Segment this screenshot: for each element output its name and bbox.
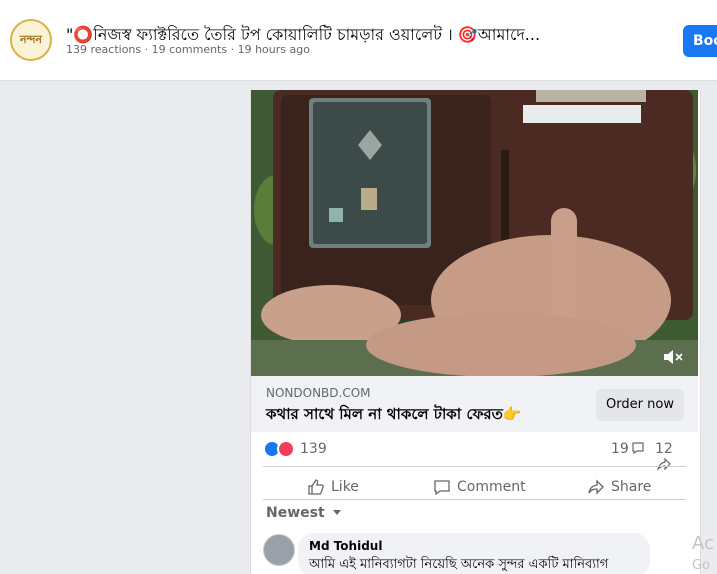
post-meta: 139 reactions · 19 comments · 19 hours a… bbox=[66, 43, 310, 56]
page-avatar[interactable]: নন্দন bbox=[10, 19, 52, 61]
share-label: Share bbox=[611, 479, 652, 495]
comment-count-value: 19 bbox=[611, 441, 629, 457]
boost-button[interactable]: Boost bbox=[683, 25, 717, 57]
wallet-video-frame bbox=[251, 90, 698, 376]
activation-watermark: Ac bbox=[692, 533, 714, 554]
link-domain: NONDONBD.COM bbox=[266, 386, 371, 400]
link-title[interactable]: কথার সাথে মিল না থাকলে টাকা ফেরত👉 bbox=[266, 403, 522, 428]
chevron-down-icon bbox=[332, 510, 341, 515]
comment-label: Comment bbox=[457, 479, 526, 495]
link-preview[interactable]: NONDONBD.COM কথার সাথে মিল না থাকলে টাকা… bbox=[251, 376, 698, 432]
activation-watermark-sub: Go bbox=[692, 558, 711, 573]
mute-icon[interactable] bbox=[662, 348, 684, 366]
comment-author[interactable]: Md Tohidul bbox=[309, 539, 382, 553]
post-video[interactable] bbox=[251, 90, 698, 376]
sort-label: Newest bbox=[266, 505, 325, 521]
post-card: NONDONBD.COM কথার সাথে মিল না থাকলে টাকা… bbox=[250, 90, 701, 574]
post-stats: 139 19 12 bbox=[263, 440, 686, 471]
avatar[interactable] bbox=[263, 534, 295, 566]
reaction-count[interactable]: 139 bbox=[300, 441, 327, 457]
comment-sort[interactable]: Newest bbox=[266, 505, 342, 521]
comment-count-icon bbox=[632, 442, 644, 455]
divider bbox=[263, 499, 686, 500]
order-now-button[interactable]: Order now bbox=[596, 389, 684, 421]
comment-item: Md Tohidul আমি এই মানিব্যাগটা নিয়েছি অন… bbox=[298, 533, 650, 574]
like-label: Like bbox=[331, 479, 359, 495]
comment-count[interactable]: 19 bbox=[611, 441, 645, 457]
comment-text: আমি এই মানিব্যাগটা নিয়েছি অনেক সুন্দর এ… bbox=[309, 557, 609, 572]
comment-icon bbox=[434, 480, 450, 496]
like-icon bbox=[308, 479, 324, 495]
divider bbox=[263, 466, 686, 467]
share-icon bbox=[588, 479, 604, 495]
love-reaction-icon bbox=[277, 440, 295, 458]
post-header: নন্দন "⭕নিজস্ব ফ্যাক্টরিতে তৈরি টপ কোয়া… bbox=[0, 0, 717, 81]
share-count-value: 12 bbox=[655, 441, 673, 457]
